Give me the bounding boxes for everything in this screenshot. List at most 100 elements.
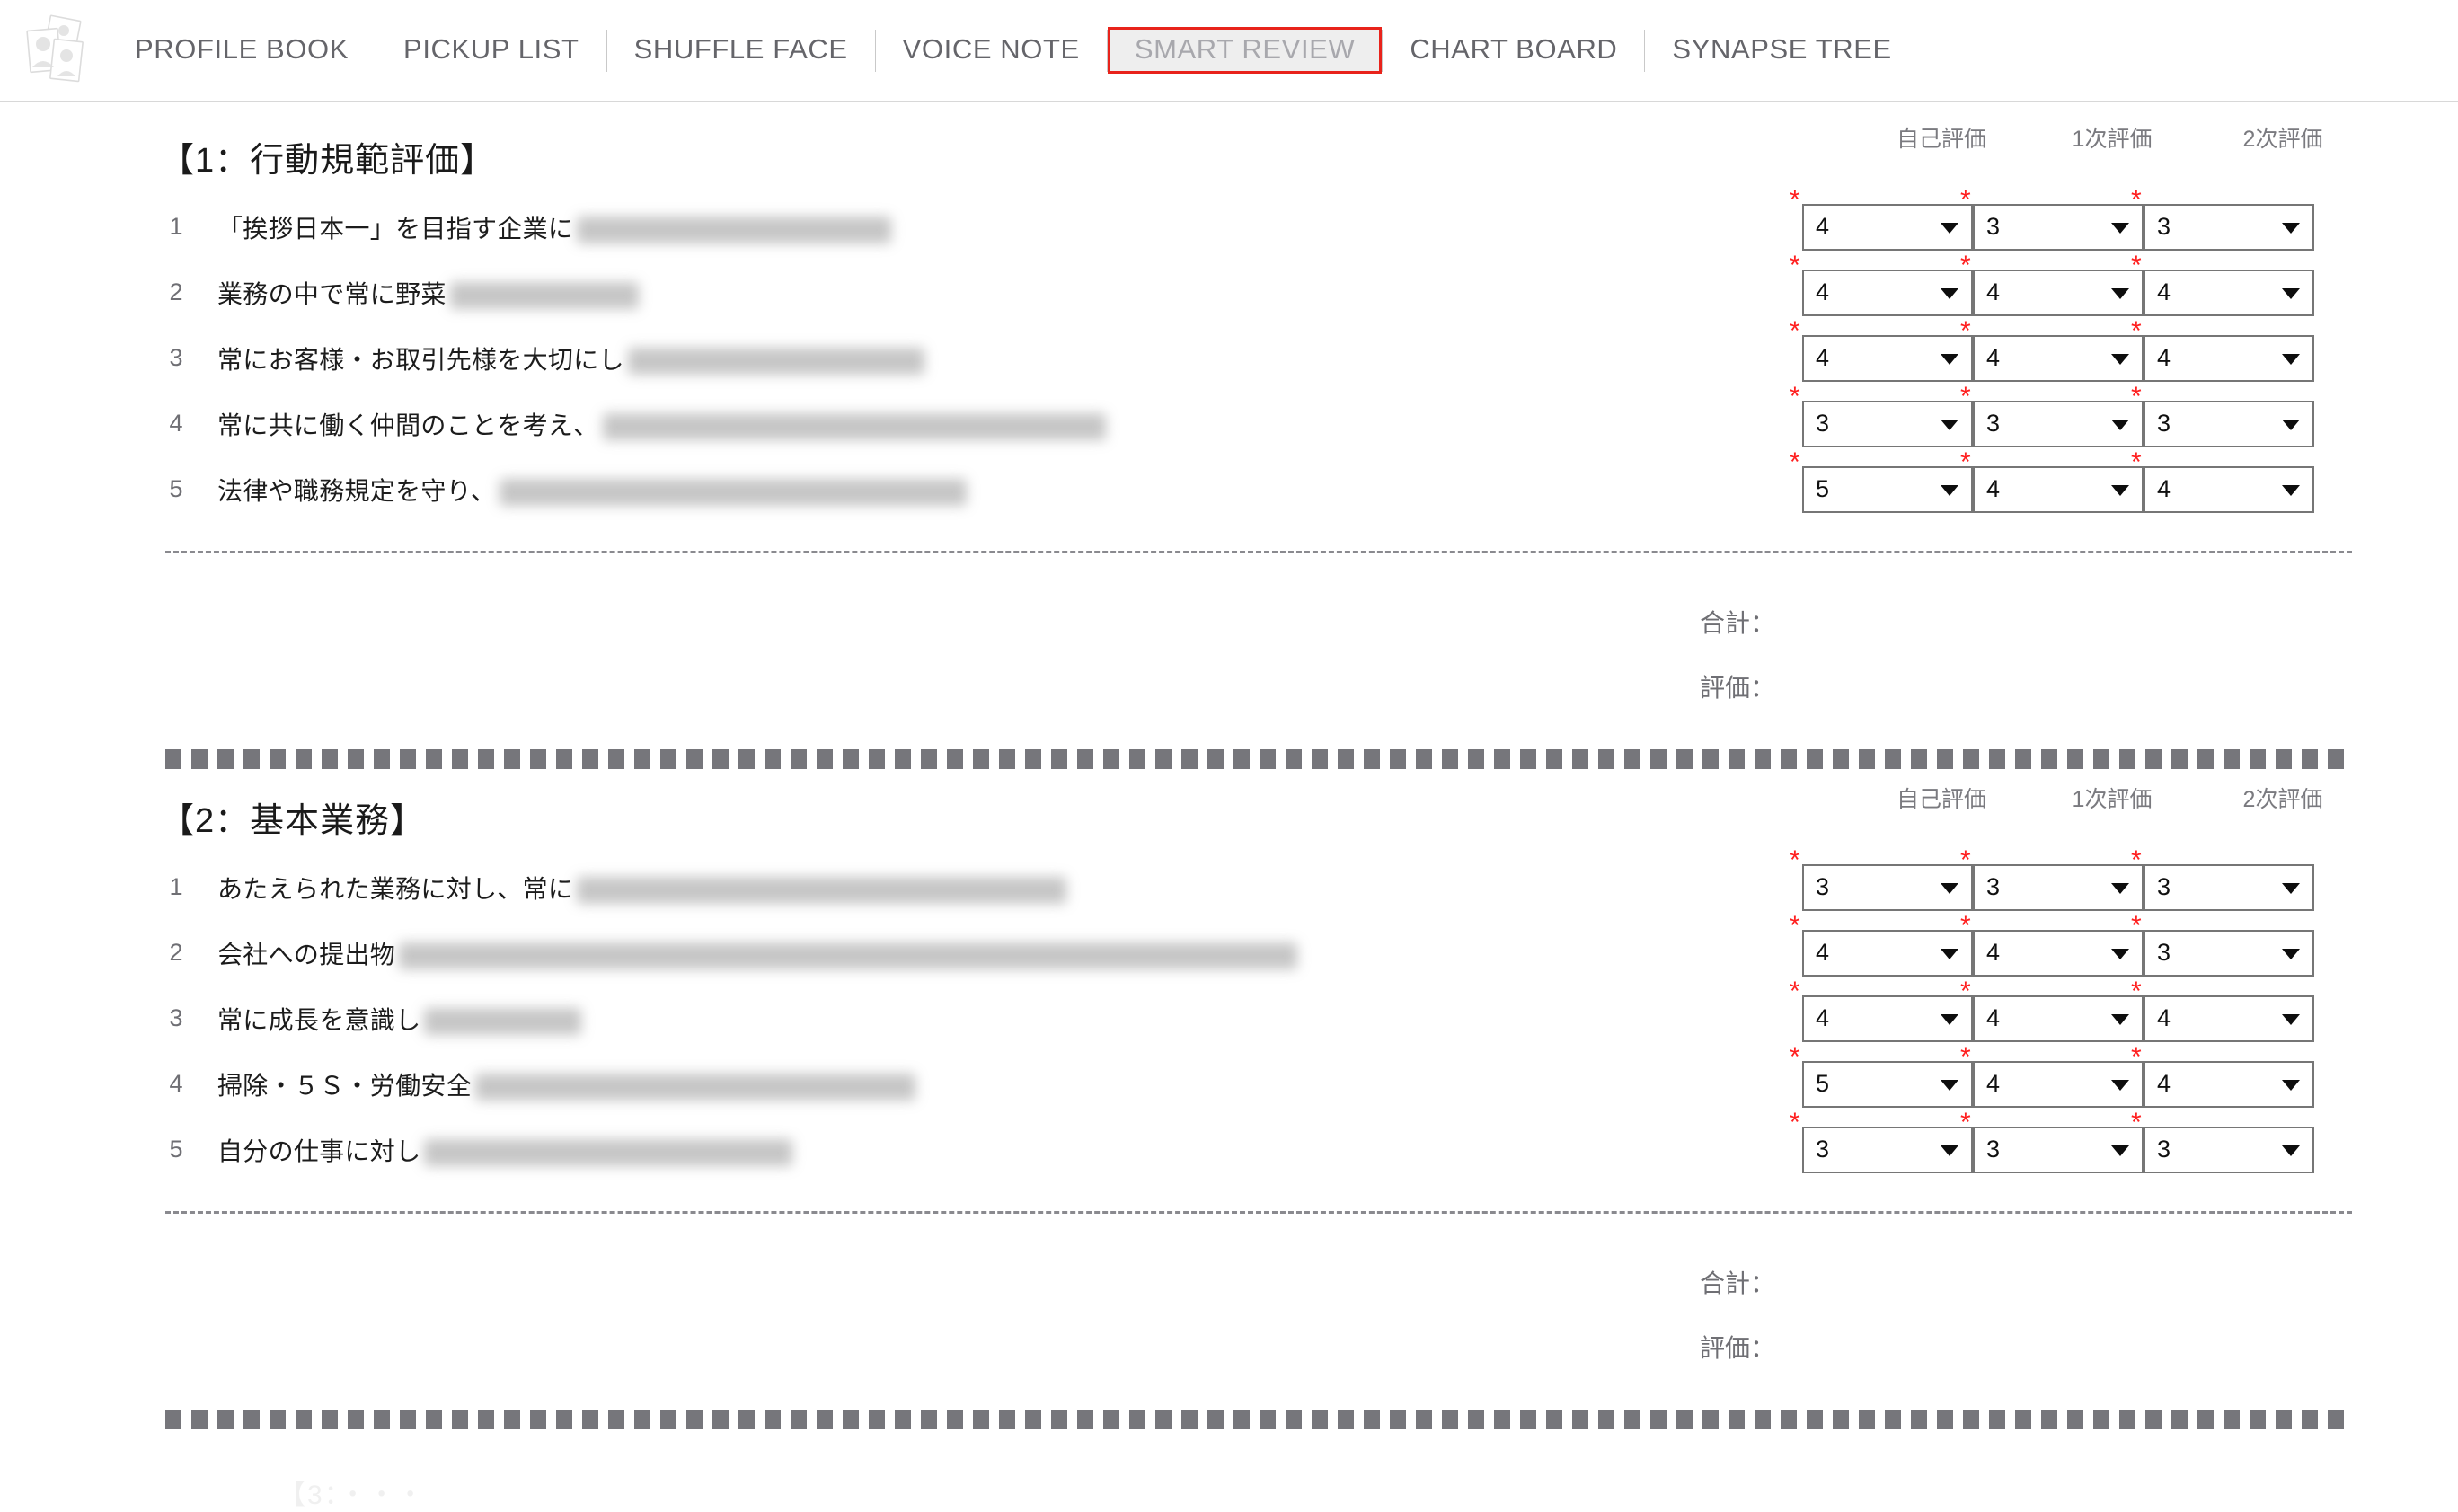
chevron-down-icon (2111, 222, 2129, 234)
rating-select-self[interactable]: 4 (1802, 334, 1973, 382)
nav-item-smart-review[interactable]: SMART REVIEW (1107, 26, 1383, 75)
required-asterisk-icon: * (1790, 315, 1800, 346)
required-asterisk-icon: * (2131, 184, 2142, 215)
total-sum-row: 合計： (0, 589, 2404, 654)
chevron-down-icon (2111, 948, 2129, 959)
nav-item-shuffle-face[interactable]: SHUFFLE FACE (607, 27, 875, 74)
nav-item-chart-board[interactable]: CHART BOARD (1383, 27, 1644, 74)
rating-select-self[interactable]: 5 (1802, 465, 1973, 513)
rating-select-secondary[interactable]: 3 (2144, 929, 2314, 977)
rating-select-secondary[interactable]: 4 (2144, 1060, 2314, 1108)
evaluation-sections: 自己評価 1次評価 2次評価 【1：行動規範評価】 1 「挨拶日本一」を目指す企業に * 4 *… (0, 102, 2458, 1512)
rating-select-primary[interactable]: 4 (1973, 334, 2144, 382)
question-number: 1 (169, 213, 183, 240)
rating-select-self[interactable]: 4 (1802, 995, 1973, 1042)
rating-select-self[interactable]: 3 (1802, 400, 1973, 447)
rating-select-value: 3 (1816, 1136, 1830, 1163)
question-number: 3 (169, 344, 183, 371)
rating-select-group: * 4 * 4 * 4 (1790, 317, 2314, 382)
question-text-visible: 常に共に働く仲間のことを考え、 (217, 411, 599, 439)
chevron-down-icon (1941, 287, 1958, 299)
rating-select-wrapper: * 3 (1790, 846, 1973, 911)
chevron-down-icon (2282, 419, 2300, 430)
rating-select-primary[interactable]: 4 (1973, 269, 2144, 316)
question-number: 5 (169, 475, 183, 502)
total-sum-row: 合計： (0, 1250, 2404, 1314)
rating-select-secondary[interactable]: 3 (2144, 203, 2314, 251)
chevron-down-icon (2111, 419, 2129, 430)
nav-item-voice-note[interactable]: VOICE NOTE (876, 27, 1107, 74)
rating-select-value: 3 (1986, 873, 2001, 900)
rating-select-value: 5 (1816, 475, 1830, 502)
redacted-question-text (475, 1074, 916, 1101)
rating-select-secondary[interactable]: 3 (2144, 400, 2314, 447)
rating-select-group: * 3 * 3 * 3 (1790, 383, 2314, 447)
rating-select-self[interactable]: 3 (1802, 863, 1973, 911)
required-asterisk-icon: * (1960, 250, 1971, 280)
rating-select-self[interactable]: 5 (1802, 1060, 1973, 1108)
rating-select-primary[interactable]: 3 (1973, 400, 2144, 447)
smart-review-page: 自己評価 1次評価 2次評価 【1：行動規範評価】 1 「挨拶日本一」を目指す企業に * 4 *… (0, 102, 2458, 1512)
nav-item-synapse-tree[interactable]: SYNAPSE TREE (1645, 27, 1918, 74)
rating-select-secondary[interactable]: 4 (2144, 465, 2314, 513)
required-asterisk-icon: * (1960, 381, 1971, 411)
rating-select-self[interactable]: 4 (1802, 929, 1973, 977)
required-asterisk-icon: * (1790, 976, 1800, 1006)
required-asterisk-icon: * (1790, 910, 1800, 941)
rating-select-wrapper: * 4 (2131, 317, 2314, 382)
rating-select-self[interactable]: 3 (1802, 1126, 1973, 1173)
rating-select-wrapper: * 3 (1960, 383, 2144, 447)
total-rating-label: 評価： (1699, 1334, 1775, 1362)
required-asterisk-icon: * (2131, 844, 2142, 875)
chevron-down-icon (2282, 1145, 2300, 1156)
rating-select-primary[interactable]: 3 (1973, 203, 2144, 251)
chevron-down-icon (2282, 882, 2300, 894)
column-header-self: 自己評価 (1896, 127, 1986, 152)
redacted-question-text (424, 1008, 582, 1036)
rating-select-wrapper: * 3 (2131, 1109, 2314, 1173)
required-asterisk-icon: * (1960, 976, 1971, 1006)
rating-select-wrapper: * 4 (1790, 977, 1973, 1042)
rating-select-secondary[interactable]: 4 (2144, 334, 2314, 382)
question-text-visible: 常にお客様・お取引先様を大切にし (217, 345, 624, 374)
rating-select-primary[interactable]: 3 (1973, 863, 2144, 911)
required-asterisk-icon: * (1960, 910, 1971, 941)
rating-select-self[interactable]: 4 (1802, 269, 1973, 316)
required-asterisk-icon: * (2131, 976, 2142, 1006)
chevron-down-icon (2111, 287, 2129, 299)
rating-select-primary[interactable]: 4 (1973, 995, 2144, 1042)
nav-item-pickup-list[interactable]: PICKUP LIST (376, 27, 606, 74)
redacted-question-text (500, 479, 968, 507)
column-header-self: 自己評価 (1896, 787, 1986, 812)
question-text: 常に共に働く仲間のことを考え、 (217, 406, 1106, 442)
rating-select-secondary[interactable]: 4 (2144, 995, 2314, 1042)
chevron-down-icon (2111, 1079, 2129, 1091)
rating-select-value: 4 (2157, 1004, 2171, 1031)
rating-select-primary[interactable]: 4 (1973, 929, 2144, 977)
rating-select-value: 3 (1986, 213, 2001, 240)
rating-select-group: * 4 * 4 * 4 (1790, 252, 2314, 316)
question-number: 2 (169, 279, 183, 305)
rating-select-wrapper: * 4 (2131, 1043, 2314, 1108)
rating-select-self[interactable]: 4 (1802, 203, 1973, 251)
nav-item-profile-book[interactable]: PROFILE BOOK (108, 27, 376, 74)
app-logo-icon (23, 13, 92, 87)
rating-select-secondary[interactable]: 3 (2144, 1126, 2314, 1173)
rating-select-secondary[interactable]: 3 (2144, 863, 2314, 911)
required-asterisk-icon: * (2131, 381, 2142, 411)
chevron-down-icon (1941, 882, 1958, 894)
rating-select-secondary[interactable]: 4 (2144, 269, 2314, 316)
total-rating-row: 評価： (0, 654, 2404, 719)
column-header-secondary: 2次評価 (2242, 787, 2323, 812)
rating-select-primary[interactable]: 4 (1973, 465, 2144, 513)
rating-select-wrapper: * 4 (1960, 912, 2144, 977)
rating-select-value: 4 (2157, 475, 2171, 502)
rating-select-primary[interactable]: 3 (1973, 1126, 2144, 1173)
required-asterisk-icon: * (2131, 910, 2142, 941)
rating-column-headers: 自己評価 1次評価 2次評価 (1856, 121, 2368, 154)
rating-select-primary[interactable]: 4 (1973, 1060, 2144, 1108)
rating-select-wrapper: * 3 (1790, 1109, 1973, 1173)
chevron-down-icon (2111, 353, 2129, 365)
required-asterisk-icon: * (1960, 844, 1971, 875)
rating-select-wrapper: * 4 (1960, 448, 2144, 513)
